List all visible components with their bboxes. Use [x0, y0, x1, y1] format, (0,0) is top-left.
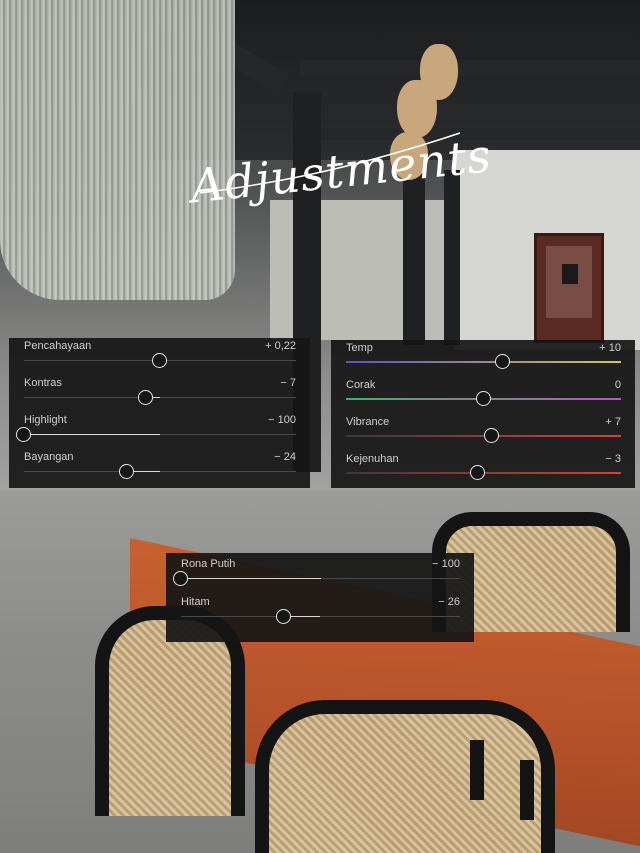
slider-value: − 3	[605, 453, 621, 465]
slider-track[interactable]	[24, 390, 296, 405]
tone-adjustments-panel: Rona Putih − 100 Hitam − 26	[166, 553, 474, 642]
slider-row: Vibrance + 7	[331, 414, 635, 451]
rattan-chair	[255, 700, 555, 853]
slider-knob[interactable]	[494, 354, 510, 369]
slider-knob[interactable]	[173, 571, 188, 586]
slider-row: Pencahayaan + 0,22	[9, 338, 310, 375]
ceiling-beam	[300, 60, 640, 76]
slider-row: Highlight − 100	[9, 412, 310, 449]
light-adjustments-panel: Pencahayaan + 0,22 Kontras − 7 Highlight…	[9, 338, 310, 488]
slider-knob[interactable]	[475, 391, 491, 406]
slider-label: Kontras	[24, 377, 62, 389]
chair-leg	[470, 740, 484, 800]
slider-track[interactable]	[24, 353, 296, 368]
slider-label: Kejenuhan	[346, 453, 399, 465]
slider-track[interactable]	[346, 354, 621, 369]
slider-track[interactable]	[346, 391, 621, 406]
slider-knob[interactable]	[276, 609, 292, 624]
title: Adjustments	[188, 115, 494, 225]
slider-label: Highlight	[24, 414, 67, 426]
slider-knob[interactable]	[16, 427, 31, 442]
slider-label: Bayangan	[24, 451, 74, 463]
slider-track[interactable]	[181, 609, 460, 624]
slider-row: Bayangan − 24	[9, 449, 310, 486]
slider-value: 0	[614, 379, 621, 391]
slider-label: Rona Putih	[181, 558, 236, 570]
slider-track[interactable]	[173, 571, 460, 586]
slider-track[interactable]	[24, 464, 296, 479]
slider-knob[interactable]	[470, 465, 485, 480]
slider-value: − 100	[268, 414, 296, 426]
slider-knob[interactable]	[152, 353, 167, 368]
slider-label: Corak	[346, 379, 376, 391]
slider-row: Corak 0	[331, 377, 635, 414]
slider-row: Temp + 10	[331, 340, 635, 377]
color-adjustments-panel: Temp + 10 Corak 0 Vibrance + 7 Kejenuhan…	[331, 340, 635, 488]
slider-track[interactable]	[16, 427, 296, 442]
slider-value: + 10	[599, 342, 621, 354]
slider-value: − 100	[432, 558, 460, 570]
slider-value: + 7	[605, 416, 621, 428]
slider-label: Hitam	[181, 596, 210, 608]
door	[534, 233, 604, 343]
slider-knob[interactable]	[483, 428, 499, 443]
slider-fill	[24, 434, 160, 435]
slider-value: − 26	[438, 596, 460, 608]
slider-knob[interactable]	[119, 464, 135, 479]
slider-row: Kontras − 7	[9, 375, 310, 412]
slider-value: − 7	[280, 377, 296, 389]
slider-value: − 24	[274, 451, 296, 463]
slider-row: Hitam − 26	[166, 594, 474, 631]
slider-row: Rona Putih − 100	[166, 556, 474, 593]
slider-label: Vibrance	[346, 416, 390, 428]
slider-label: Pencahayaan	[24, 340, 92, 352]
slider-value: + 0,22	[265, 340, 296, 352]
slider-row: Kejenuhan − 3	[331, 451, 635, 488]
slider-track[interactable]	[346, 465, 621, 480]
slider-fill	[181, 578, 321, 579]
slider-track[interactable]	[346, 428, 621, 443]
slider-label: Temp	[346, 342, 373, 354]
chair-leg	[520, 760, 534, 820]
slider-knob[interactable]	[138, 390, 154, 405]
